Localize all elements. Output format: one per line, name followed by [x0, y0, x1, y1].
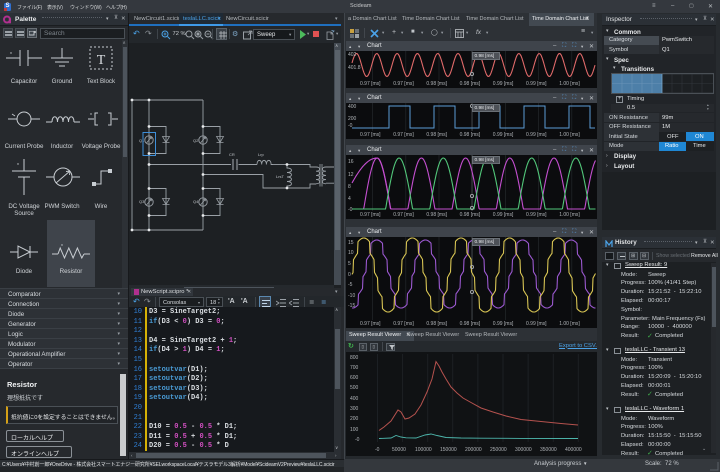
svg-text:CR: CR: [229, 152, 235, 157]
svg-text:Q3: Q3: [139, 199, 145, 204]
svg-text:Q4: Q4: [193, 199, 199, 204]
svg-text:Q1: Q1: [139, 138, 145, 143]
svg-text:LrsT: LrsT: [276, 174, 285, 179]
svg-text:Lrp: Lrp: [258, 152, 265, 157]
svg-text:T: T: [97, 53, 106, 68]
svg-text:Q2: Q2: [193, 138, 199, 143]
